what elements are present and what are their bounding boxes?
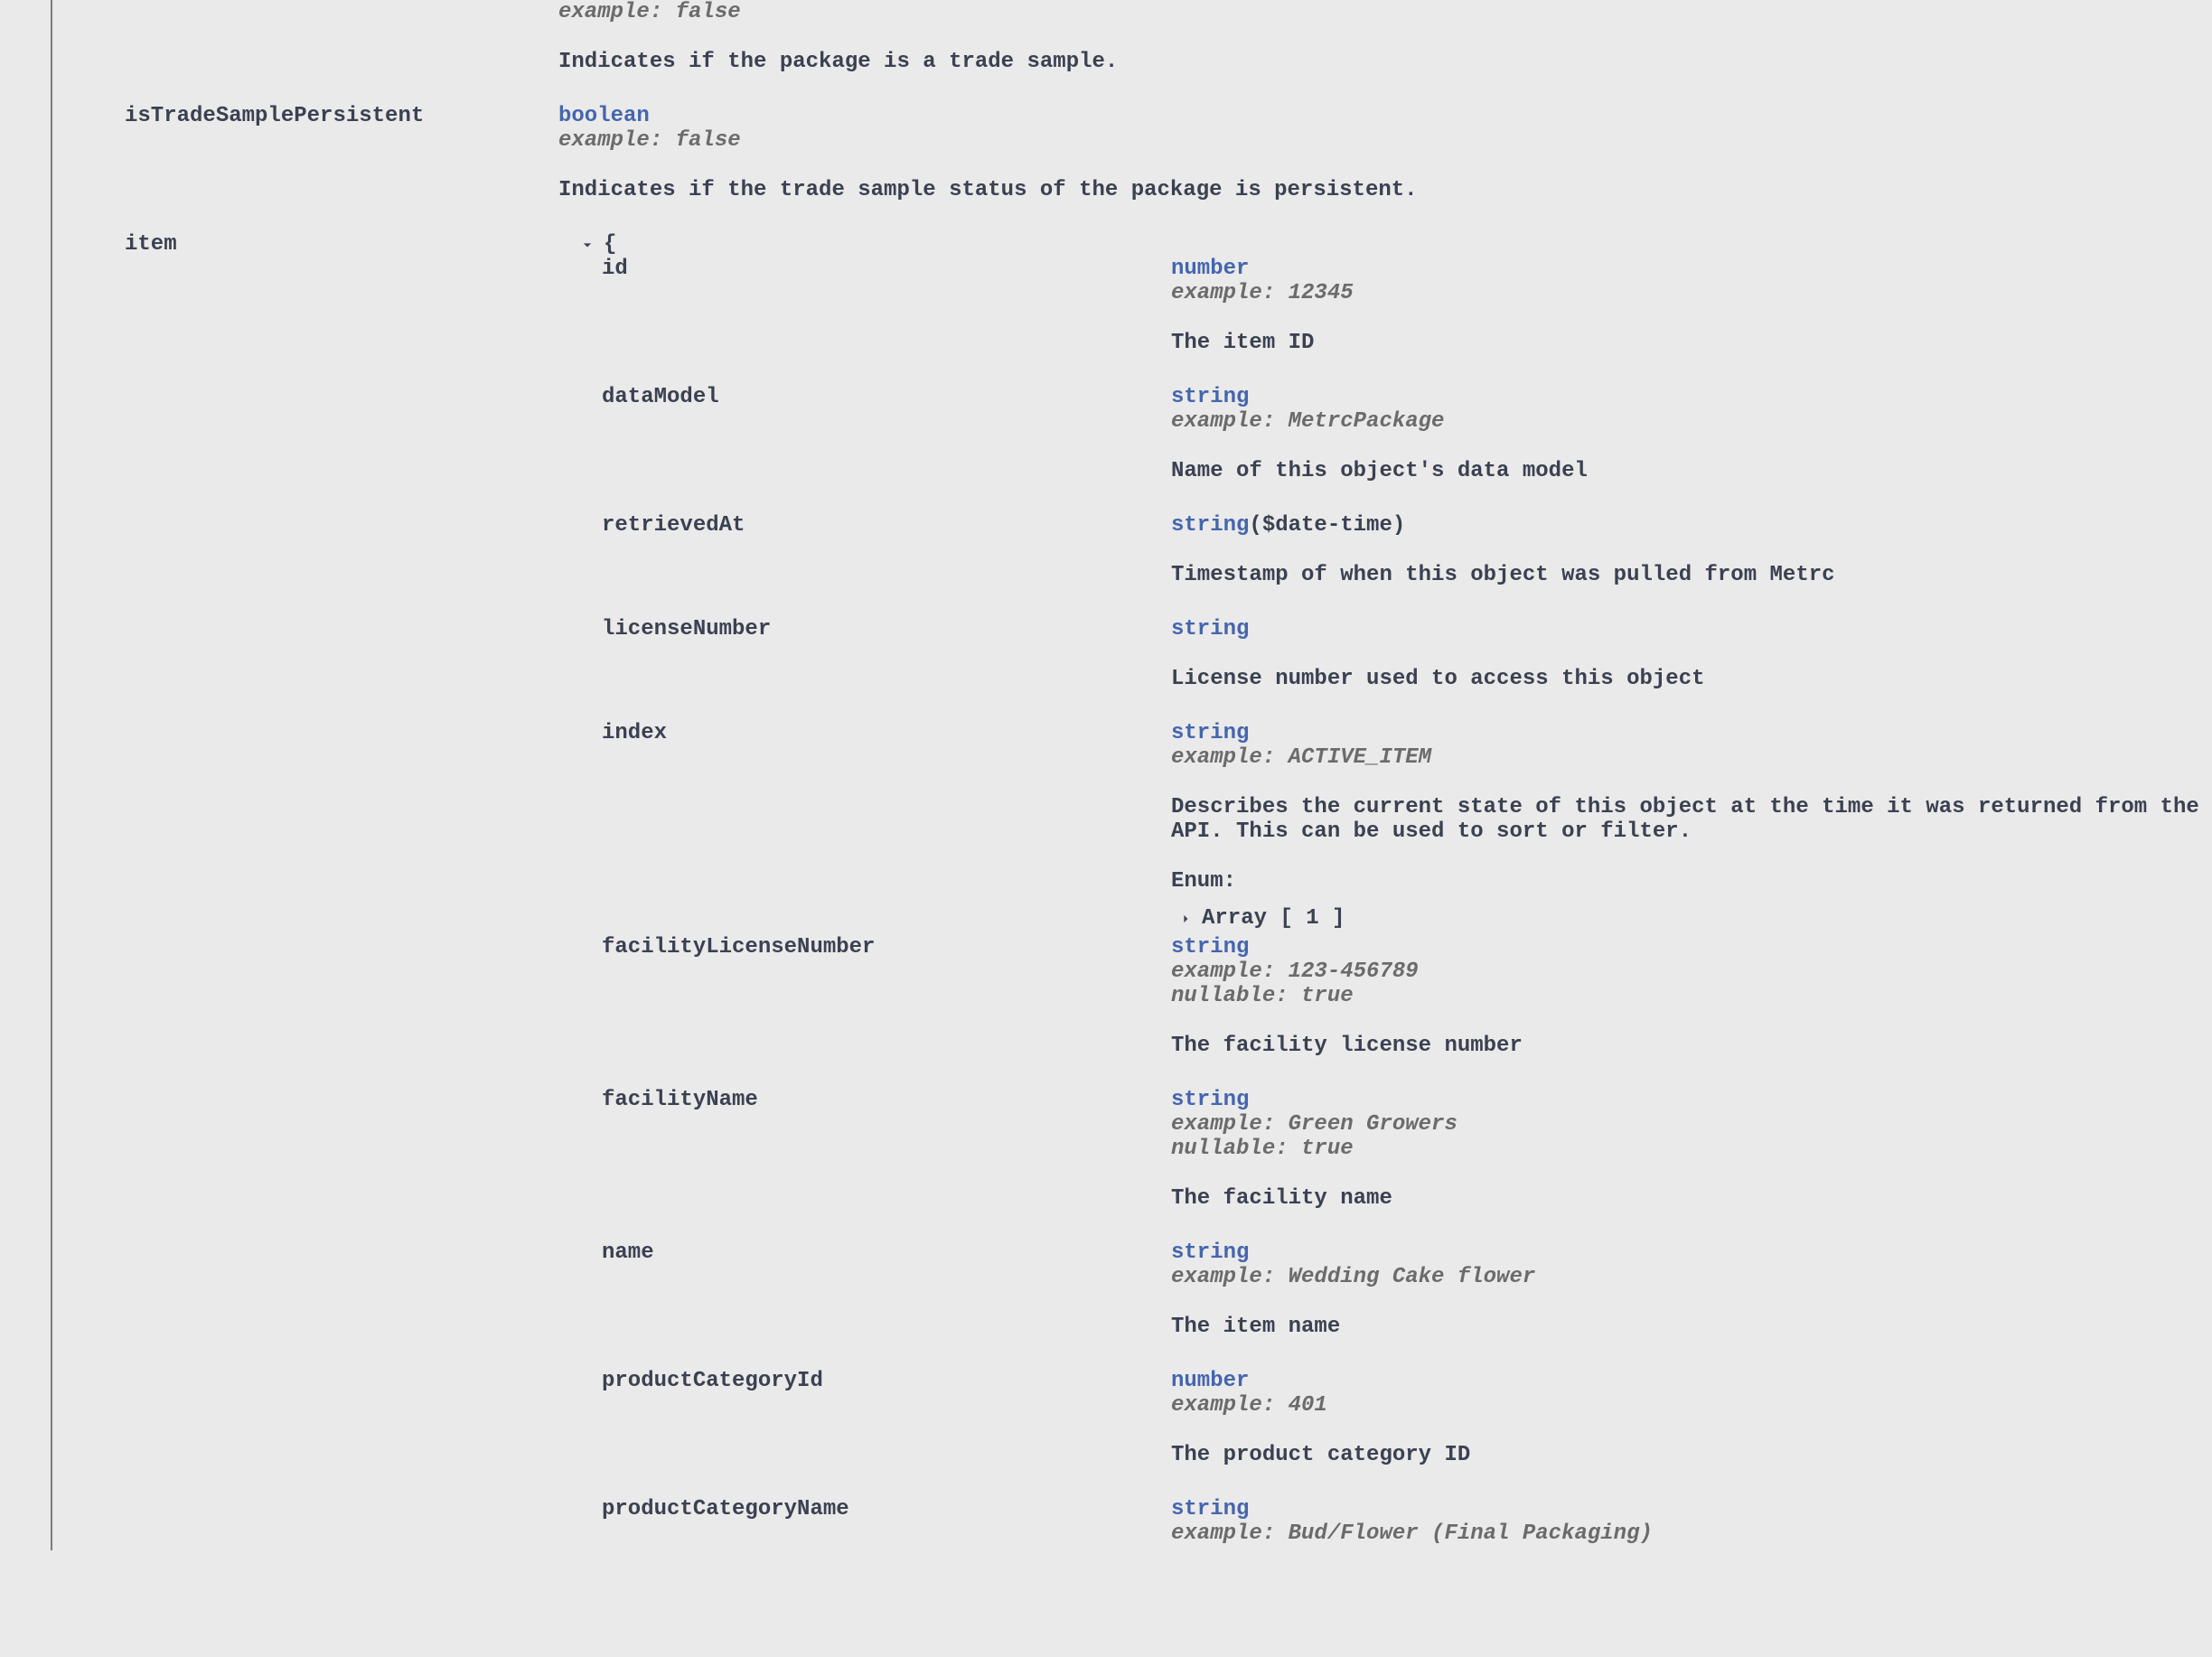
description-text: The item ID (1171, 331, 2212, 355)
description-text: The product category ID (1171, 1443, 2212, 1467)
description-text: The facility license number (1171, 1034, 2212, 1058)
property-name: facilityLicenseNumber (602, 935, 1171, 960)
property-type: number (1171, 1369, 1249, 1393)
description-text: Timestamp of when this object was pulled… (1171, 563, 2212, 587)
description-text: Indicates if the trade sample status of … (558, 178, 2212, 202)
property-row-licensenumber: licenseNumber string License number used… (602, 617, 2212, 716)
example-text: example: 401 (1171, 1393, 2212, 1418)
property-name: productCategoryId (602, 1369, 1171, 1393)
property-type: boolean (558, 104, 650, 128)
property-type: string (1171, 721, 1249, 745)
description-text: Name of this object's data model (1171, 459, 2212, 483)
property-type: string (1171, 1240, 1249, 1265)
property-row-productcategoryname: productCategoryName string example: Bud/… (602, 1497, 2212, 1546)
property-row-item: item { id number example: 12345 (125, 232, 2212, 1550)
property-name: id (602, 257, 1171, 281)
property-name: facilityName (602, 1088, 1171, 1112)
property-row-prev: example: false Indicates if the package … (125, 0, 2212, 99)
property-type: string (1171, 513, 1249, 538)
property-type: string (1171, 1497, 1249, 1521)
property-row-facilityname: facilityName string example: Green Growe… (602, 1088, 2212, 1236)
property-type: string (1171, 617, 1249, 641)
property-row-retrievedat: retrievedAt string($date-time) Timestamp… (602, 513, 2212, 613)
property-name-item: item (125, 232, 558, 257)
property-row-datamodel: dataModel string example: MetrcPackage N… (602, 385, 2212, 509)
property-name: index (602, 721, 1171, 745)
description-text: The item name (1171, 1315, 2212, 1339)
property-type: string (1171, 935, 1249, 960)
enum-label: Enum: (1171, 869, 2212, 894)
brace-open: { (604, 232, 616, 257)
property-type: string (1171, 1088, 1249, 1112)
enum-array-toggle[interactable]: Array [ 1 ] (1171, 906, 2212, 931)
property-type: string (1171, 385, 1249, 409)
example-text: example: Wedding Cake flower (1171, 1265, 2212, 1289)
property-name: dataModel (602, 385, 1171, 409)
property-row-istradesamplepersistent: isTradeSamplePersistent boolean example:… (125, 104, 2212, 228)
property-row-facilitylicensenumber: facilityLicenseNumber string example: 12… (602, 935, 2212, 1083)
example-text: example: ACTIVE_ITEM (1171, 745, 2212, 770)
nullable-text: nullable: true (1171, 984, 2212, 1008)
description-text: Describes the current state of this obje… (1171, 795, 2212, 844)
property-name: retrievedAt (602, 513, 1171, 538)
property-format: ($date-time) (1249, 513, 1405, 538)
chevron-down-icon (578, 236, 596, 254)
property-row-index: index string example: ACTIVE_ITEM Descri… (602, 721, 2212, 931)
property-name: isTradeSamplePersistent (125, 104, 558, 128)
example-text: example: 12345 (1171, 281, 2212, 305)
property-row-name: name string example: Wedding Cake flower… (602, 1240, 2212, 1364)
description-text: The facility name (1171, 1186, 2212, 1211)
property-row-id: id number example: 12345 The item ID (602, 257, 2212, 380)
example-text: example: 123-456789 (1171, 960, 2212, 984)
chevron-right-icon (1176, 910, 1195, 928)
property-row-productcategoryid: productCategoryId number example: 401 Th… (602, 1369, 2212, 1493)
example-text: example: Bud/Flower (Final Packaging) (1171, 1521, 2212, 1546)
description-text: License number used to access this objec… (1171, 667, 2212, 691)
example-text: example: Green Growers (1171, 1112, 2212, 1137)
enum-array-text: Array [ 1 ] (1202, 906, 1345, 931)
property-name: name (602, 1240, 1171, 1265)
example-text: example: MetrcPackage (1171, 409, 2212, 434)
nullable-text: nullable: true (1171, 1137, 2212, 1161)
property-name: productCategoryName (602, 1497, 1171, 1521)
property-type: number (1171, 257, 1249, 281)
object-toggle[interactable]: { (558, 232, 2212, 257)
description-text: Indicates if the package is a trade samp… (558, 50, 2212, 74)
example-text: example: false (558, 128, 2212, 153)
example-text: example: false (558, 0, 2212, 24)
property-name: licenseNumber (602, 617, 1171, 641)
